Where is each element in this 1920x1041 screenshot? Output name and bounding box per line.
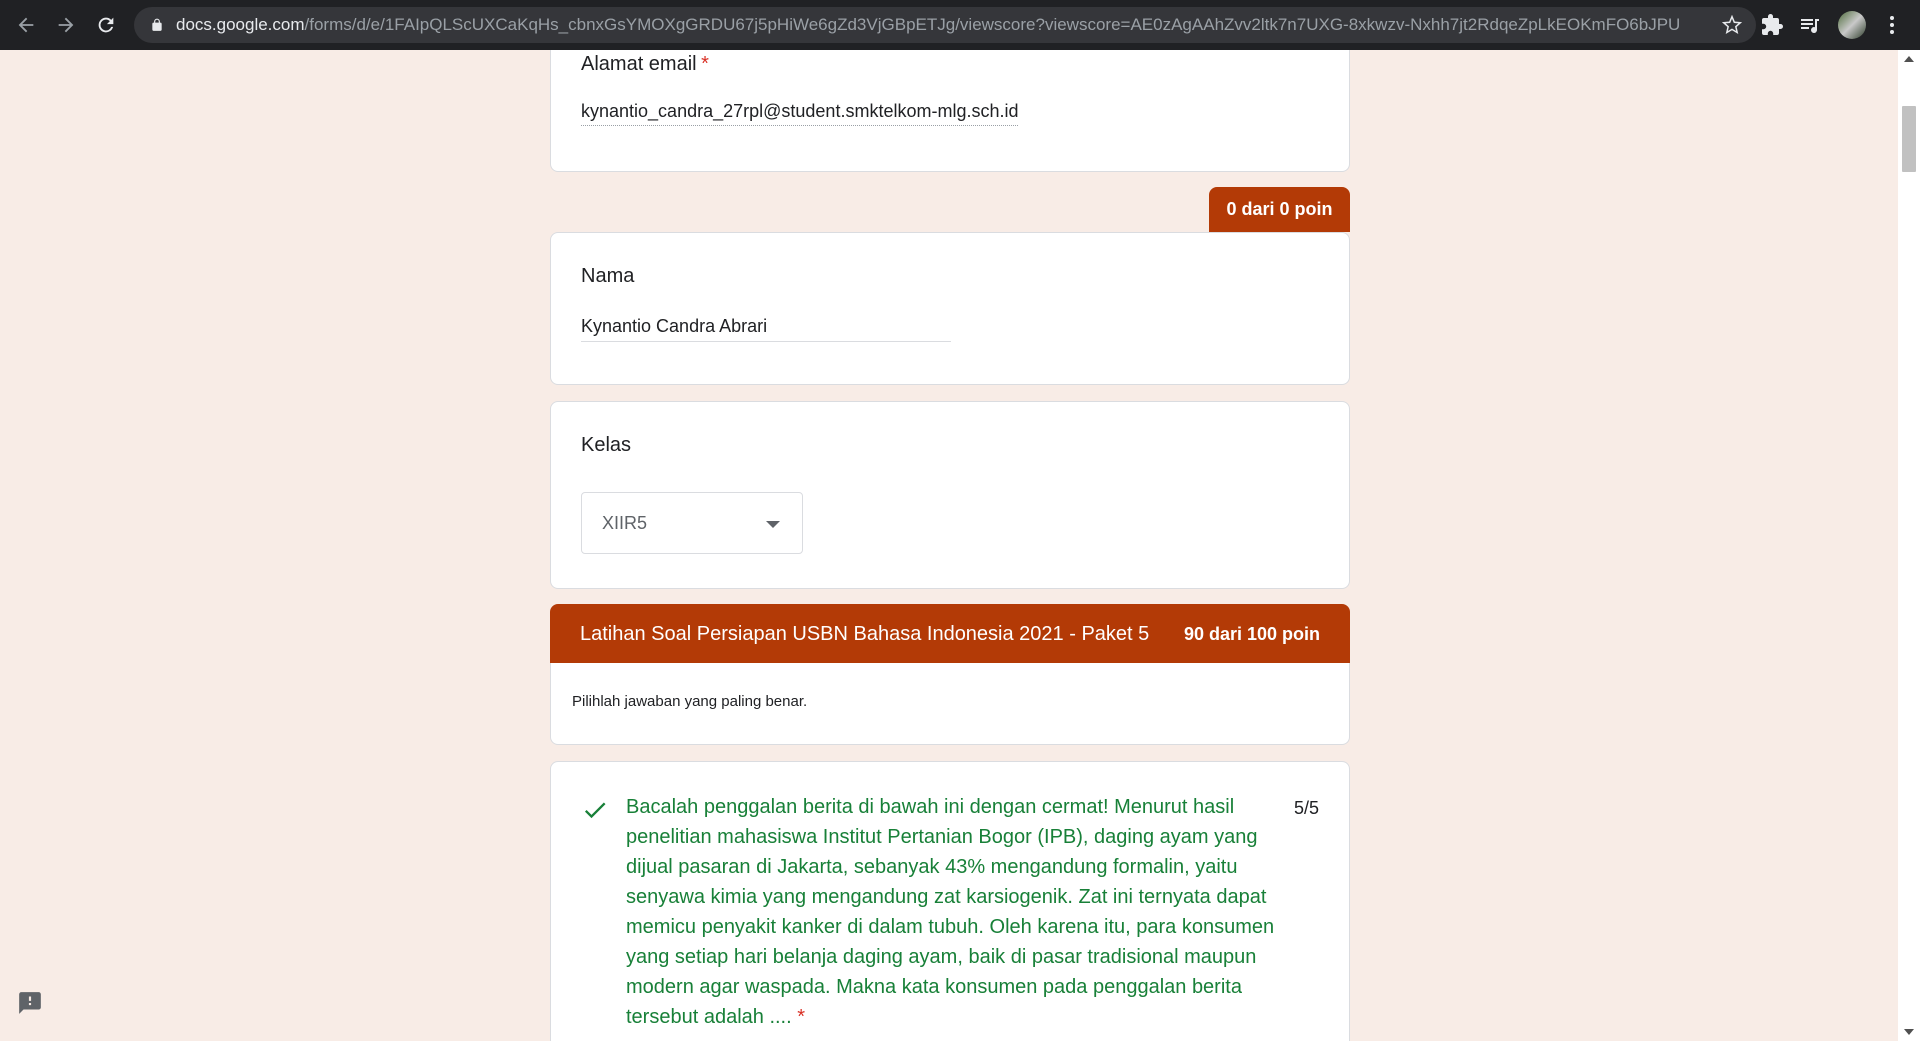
question-text-body: Bacalah penggalan berita di bawah ini de… (626, 796, 1275, 1028)
nama-label: Nama (581, 265, 635, 287)
required-mark: * (797, 1006, 806, 1028)
reading-list-icon[interactable] (1798, 13, 1822, 37)
kelas-dropdown-value: XIIR5 (602, 512, 648, 533)
required-mark: * (701, 53, 709, 75)
scroll-thumb[interactable] (1902, 106, 1916, 172)
form-page: Alamat email * kynantio_candra_27rpl@stu… (0, 50, 1898, 1041)
section-description-card: Pilihlah jawaban yang paling benar. (550, 663, 1350, 745)
address-bar[interactable]: docs.google.com/forms/d/e/1FAIpQLScUXCaK… (134, 7, 1756, 43)
back-button[interactable] (6, 5, 46, 45)
kelas-label: Kelas (581, 434, 632, 456)
forward-button[interactable] (46, 5, 86, 45)
lock-icon (152, 18, 162, 31)
email-label: Alamat email (581, 53, 697, 75)
question-score: 5/5 (1293, 798, 1319, 818)
email-value: kynantio_candra_27rpl@student.smktelkom-… (581, 101, 1019, 126)
question-text: Bacalah penggalan berita di bawah ini de… (626, 792, 1286, 1032)
reload-button[interactable] (86, 5, 126, 45)
avatar[interactable] (1838, 11, 1866, 39)
url-text: docs.google.com/forms/d/e/1FAIpQLScUXCaK… (176, 15, 1681, 34)
question-card: Bacalah penggalan berita di bawah ini de… (550, 761, 1350, 1041)
check-icon (584, 802, 606, 819)
nama-value: Kynantio Candra Abrari (581, 316, 768, 336)
points-badge: 0 dari 0 poin (1209, 187, 1350, 232)
scrollbar[interactable] (1898, 50, 1920, 1041)
scroll-down-arrow-icon[interactable] (1904, 1029, 1914, 1035)
star-icon[interactable] (1722, 15, 1742, 35)
feedback-icon[interactable] (16, 990, 44, 1016)
section-description: Pilihlah jawaban yang paling benar. (572, 693, 808, 710)
section-title: Latihan Soal Persiapan USBN Bahasa Indon… (580, 622, 1150, 645)
kelas-card: Kelas XIIR5 (550, 401, 1350, 589)
reload-icon (98, 17, 114, 33)
extensions-icon[interactable] (1760, 13, 1784, 37)
forward-icon (58, 17, 74, 33)
back-icon (18, 17, 34, 33)
scroll-up-arrow-icon[interactable] (1904, 56, 1914, 62)
email-card: Alamat email * kynantio_candra_27rpl@stu… (550, 50, 1350, 172)
section-points: 90 dari 100 poin (1183, 623, 1320, 644)
section-header: Latihan Soal Persiapan USBN Bahasa Indon… (550, 604, 1350, 664)
chevron-down-icon (766, 521, 780, 528)
kelas-dropdown[interactable]: XIIR5 (581, 492, 803, 554)
browser-toolbar: docs.google.com/forms/d/e/1FAIpQLScUXCaK… (0, 0, 1920, 50)
menu-icon[interactable] (1880, 13, 1904, 37)
nama-card: Nama Kynantio Candra Abrari (550, 232, 1350, 385)
